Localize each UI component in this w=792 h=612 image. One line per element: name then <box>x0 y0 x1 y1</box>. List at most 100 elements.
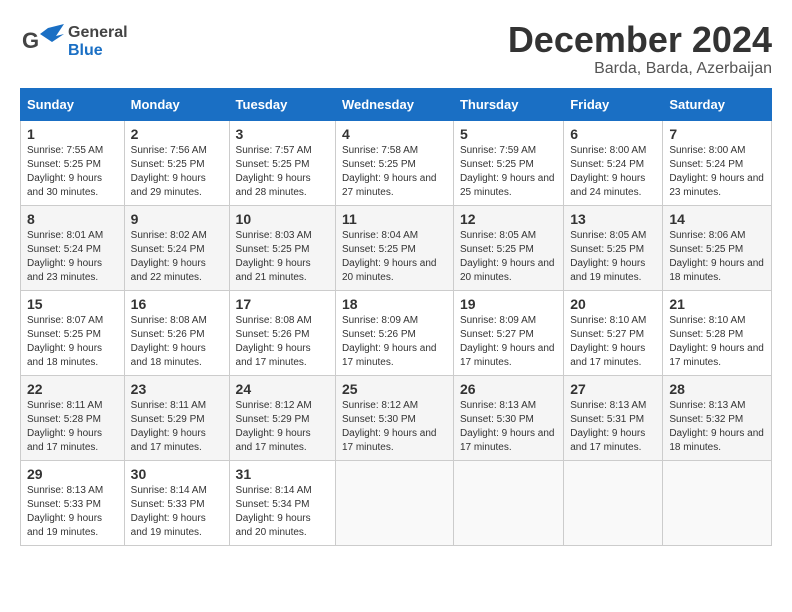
calendar-cell: 2 Sunrise: 7:56 AM Sunset: 5:25 PM Dayli… <box>124 120 229 205</box>
svg-text:G: G <box>22 28 39 53</box>
calendar-cell: 22 Sunrise: 8:11 AM Sunset: 5:28 PM Dayl… <box>21 375 125 460</box>
day-info: Sunrise: 8:13 AM Sunset: 5:32 PM Dayligh… <box>669 399 765 455</box>
day-info: Sunrise: 8:12 AM Sunset: 5:29 PM Dayligh… <box>236 399 329 455</box>
day-info: Sunrise: 8:11 AM Sunset: 5:28 PM Dayligh… <box>27 399 118 455</box>
calendar-table: SundayMondayTuesdayWednesdayThursdayFrid… <box>20 88 772 546</box>
day-number: 2 <box>131 126 223 142</box>
calendar-cell: 15 Sunrise: 8:07 AM Sunset: 5:25 PM Dayl… <box>21 290 125 375</box>
calendar-day-header: Friday <box>564 88 663 120</box>
day-number: 10 <box>236 211 329 227</box>
day-info: Sunrise: 7:56 AM Sunset: 5:25 PM Dayligh… <box>131 144 223 200</box>
calendar-cell <box>453 460 563 545</box>
day-number: 26 <box>460 381 557 397</box>
day-number: 4 <box>342 126 447 142</box>
day-info: Sunrise: 7:55 AM Sunset: 5:25 PM Dayligh… <box>27 144 118 200</box>
day-info: Sunrise: 8:08 AM Sunset: 5:26 PM Dayligh… <box>131 314 223 370</box>
calendar-day-header: Thursday <box>453 88 563 120</box>
calendar-cell: 14 Sunrise: 8:06 AM Sunset: 5:25 PM Dayl… <box>663 205 772 290</box>
calendar-cell: 1 Sunrise: 7:55 AM Sunset: 5:25 PM Dayli… <box>21 120 125 205</box>
day-info: Sunrise: 8:05 AM Sunset: 5:25 PM Dayligh… <box>460 229 557 285</box>
calendar-cell: 10 Sunrise: 8:03 AM Sunset: 5:25 PM Dayl… <box>229 205 335 290</box>
calendar-day-header: Saturday <box>663 88 772 120</box>
calendar-cell: 30 Sunrise: 8:14 AM Sunset: 5:33 PM Dayl… <box>124 460 229 545</box>
day-number: 17 <box>236 296 329 312</box>
calendar-header-row: SundayMondayTuesdayWednesdayThursdayFrid… <box>21 88 772 120</box>
calendar-cell: 16 Sunrise: 8:08 AM Sunset: 5:26 PM Dayl… <box>124 290 229 375</box>
calendar-week-row: 8 Sunrise: 8:01 AM Sunset: 5:24 PM Dayli… <box>21 205 772 290</box>
calendar-cell: 19 Sunrise: 8:09 AM Sunset: 5:27 PM Dayl… <box>453 290 563 375</box>
calendar-cell: 18 Sunrise: 8:09 AM Sunset: 5:26 PM Dayl… <box>335 290 453 375</box>
calendar-cell: 24 Sunrise: 8:12 AM Sunset: 5:29 PM Dayl… <box>229 375 335 460</box>
day-info: Sunrise: 8:04 AM Sunset: 5:25 PM Dayligh… <box>342 229 447 285</box>
calendar-day-header: Sunday <box>21 88 125 120</box>
day-info: Sunrise: 7:59 AM Sunset: 5:25 PM Dayligh… <box>460 144 557 200</box>
day-number: 14 <box>669 211 765 227</box>
calendar-cell: 27 Sunrise: 8:13 AM Sunset: 5:31 PM Dayl… <box>564 375 663 460</box>
day-number: 24 <box>236 381 329 397</box>
calendar-week-row: 29 Sunrise: 8:13 AM Sunset: 5:33 PM Dayl… <box>21 460 772 545</box>
day-number: 25 <box>342 381 447 397</box>
day-info: Sunrise: 7:58 AM Sunset: 5:25 PM Dayligh… <box>342 144 447 200</box>
day-number: 7 <box>669 126 765 142</box>
day-number: 15 <box>27 296 118 312</box>
calendar-cell: 11 Sunrise: 8:04 AM Sunset: 5:25 PM Dayl… <box>335 205 453 290</box>
day-number: 6 <box>570 126 656 142</box>
calendar-day-header: Monday <box>124 88 229 120</box>
day-info: Sunrise: 8:07 AM Sunset: 5:25 PM Dayligh… <box>27 314 118 370</box>
calendar-cell: 9 Sunrise: 8:02 AM Sunset: 5:24 PM Dayli… <box>124 205 229 290</box>
logo-blue: Blue <box>68 42 103 59</box>
calendar-cell: 31 Sunrise: 8:14 AM Sunset: 5:34 PM Dayl… <box>229 460 335 545</box>
calendar-week-row: 1 Sunrise: 7:55 AM Sunset: 5:25 PM Dayli… <box>21 120 772 205</box>
day-info: Sunrise: 8:14 AM Sunset: 5:34 PM Dayligh… <box>236 484 329 540</box>
day-number: 18 <box>342 296 447 312</box>
day-info: Sunrise: 8:00 AM Sunset: 5:24 PM Dayligh… <box>669 144 765 200</box>
day-info: Sunrise: 8:10 AM Sunset: 5:28 PM Dayligh… <box>669 314 765 370</box>
day-number: 30 <box>131 466 223 482</box>
day-number: 16 <box>131 296 223 312</box>
month-title: December 2024 <box>508 20 772 60</box>
day-number: 13 <box>570 211 656 227</box>
day-number: 29 <box>27 466 118 482</box>
day-number: 23 <box>131 381 223 397</box>
day-number: 27 <box>570 381 656 397</box>
day-info: Sunrise: 8:06 AM Sunset: 5:25 PM Dayligh… <box>669 229 765 285</box>
calendar-cell: 28 Sunrise: 8:13 AM Sunset: 5:32 PM Dayl… <box>663 375 772 460</box>
day-info: Sunrise: 8:01 AM Sunset: 5:24 PM Dayligh… <box>27 229 118 285</box>
day-info: Sunrise: 8:03 AM Sunset: 5:25 PM Dayligh… <box>236 229 329 285</box>
calendar-day-header: Wednesday <box>335 88 453 120</box>
day-info: Sunrise: 8:11 AM Sunset: 5:29 PM Dayligh… <box>131 399 223 455</box>
day-info: Sunrise: 8:10 AM Sunset: 5:27 PM Dayligh… <box>570 314 656 370</box>
calendar-cell <box>335 460 453 545</box>
title-area: December 2024 Barda, Barda, Azerbaijan <box>508 20 772 78</box>
day-number: 5 <box>460 126 557 142</box>
calendar-cell: 5 Sunrise: 7:59 AM Sunset: 5:25 PM Dayli… <box>453 120 563 205</box>
day-number: 11 <box>342 211 447 227</box>
calendar-cell: 6 Sunrise: 8:00 AM Sunset: 5:24 PM Dayli… <box>564 120 663 205</box>
calendar-cell: 12 Sunrise: 8:05 AM Sunset: 5:25 PM Dayl… <box>453 205 563 290</box>
day-info: Sunrise: 8:14 AM Sunset: 5:33 PM Dayligh… <box>131 484 223 540</box>
day-info: Sunrise: 8:13 AM Sunset: 5:33 PM Dayligh… <box>27 484 118 540</box>
calendar-cell: 21 Sunrise: 8:10 AM Sunset: 5:28 PM Dayl… <box>663 290 772 375</box>
calendar-cell: 4 Sunrise: 7:58 AM Sunset: 5:25 PM Dayli… <box>335 120 453 205</box>
calendar-week-row: 22 Sunrise: 8:11 AM Sunset: 5:28 PM Dayl… <box>21 375 772 460</box>
calendar-cell: 25 Sunrise: 8:12 AM Sunset: 5:30 PM Dayl… <box>335 375 453 460</box>
day-number: 31 <box>236 466 329 482</box>
calendar-cell: 23 Sunrise: 8:11 AM Sunset: 5:29 PM Dayl… <box>124 375 229 460</box>
calendar-cell: 13 Sunrise: 8:05 AM Sunset: 5:25 PM Dayl… <box>564 205 663 290</box>
calendar-cell: 17 Sunrise: 8:08 AM Sunset: 5:26 PM Dayl… <box>229 290 335 375</box>
logo-icon: G <box>20 20 64 64</box>
logo-general: General <box>68 24 128 41</box>
day-number: 12 <box>460 211 557 227</box>
calendar-cell: 26 Sunrise: 8:13 AM Sunset: 5:30 PM Dayl… <box>453 375 563 460</box>
day-info: Sunrise: 8:05 AM Sunset: 5:25 PM Dayligh… <box>570 229 656 285</box>
day-number: 3 <box>236 126 329 142</box>
day-number: 19 <box>460 296 557 312</box>
calendar-week-row: 15 Sunrise: 8:07 AM Sunset: 5:25 PM Dayl… <box>21 290 772 375</box>
calendar-day-header: Tuesday <box>229 88 335 120</box>
day-number: 20 <box>570 296 656 312</box>
calendar-cell: 7 Sunrise: 8:00 AM Sunset: 5:24 PM Dayli… <box>663 120 772 205</box>
calendar-cell: 29 Sunrise: 8:13 AM Sunset: 5:33 PM Dayl… <box>21 460 125 545</box>
calendar-cell: 20 Sunrise: 8:10 AM Sunset: 5:27 PM Dayl… <box>564 290 663 375</box>
location: Barda, Barda, Azerbaijan <box>508 60 772 78</box>
day-number: 22 <box>27 381 118 397</box>
